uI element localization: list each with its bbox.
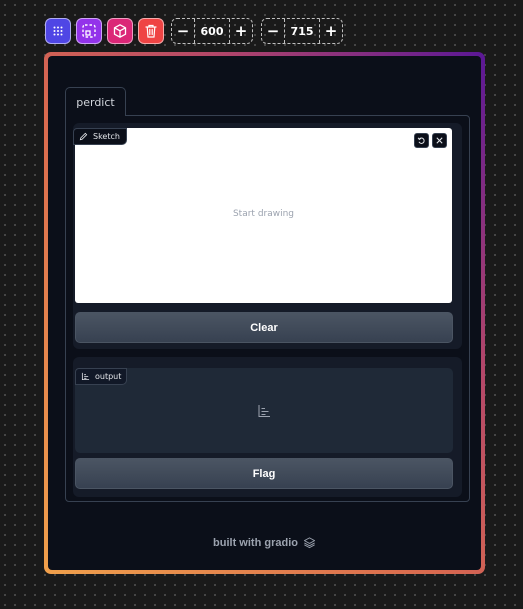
footer-link[interactable]: built with gradio bbox=[213, 537, 298, 549]
height-decrement-button[interactable]: − bbox=[262, 19, 284, 43]
clear-canvas-button[interactable] bbox=[432, 133, 447, 148]
chart-placeholder-icon bbox=[258, 405, 270, 417]
close-icon bbox=[436, 137, 443, 144]
flag-button[interactable]: Flag bbox=[75, 458, 453, 489]
crop-select-button[interactable] bbox=[76, 18, 102, 44]
sketch-canvas[interactable]: Start drawing bbox=[75, 128, 452, 303]
output-label: output bbox=[75, 368, 128, 385]
height-value[interactable]: 715 bbox=[284, 19, 320, 43]
undo-button[interactable] bbox=[414, 133, 429, 148]
undo-icon bbox=[417, 137, 425, 144]
trash-icon bbox=[145, 24, 157, 38]
grid-icon bbox=[53, 26, 63, 36]
gradio-app: perdict Start drawing Sketch Clear outpu… bbox=[48, 56, 481, 570]
width-stepper: − 600 + bbox=[171, 18, 253, 44]
app-frame: perdict Start drawing Sketch Clear outpu… bbox=[44, 52, 485, 574]
clear-button[interactable]: Clear bbox=[75, 312, 453, 343]
height-stepper: − 715 + bbox=[261, 18, 343, 44]
canvas-placeholder: Start drawing bbox=[232, 209, 295, 219]
pencil-icon bbox=[79, 132, 88, 141]
width-decrement-button[interactable]: − bbox=[172, 19, 194, 43]
sketch-label: Sketch bbox=[73, 128, 127, 145]
output-label-text: output bbox=[95, 372, 122, 381]
width-increment-button[interactable]: + bbox=[230, 19, 252, 43]
height-increment-button[interactable]: + bbox=[320, 19, 342, 43]
delete-button[interactable] bbox=[138, 18, 164, 44]
output-block: output bbox=[75, 368, 453, 453]
chart-icon bbox=[81, 372, 90, 381]
tab-perdict[interactable]: perdict bbox=[65, 87, 126, 116]
gradio-logo-icon bbox=[303, 537, 316, 549]
crop-select-icon bbox=[82, 24, 96, 38]
cube-button[interactable] bbox=[107, 18, 133, 44]
cube-icon bbox=[113, 24, 127, 38]
grid-button[interactable] bbox=[45, 18, 71, 44]
footer: built with gradio bbox=[48, 536, 481, 549]
toolbar: − 600 + − 715 + bbox=[45, 18, 347, 44]
sketch-label-text: Sketch bbox=[93, 132, 120, 141]
width-value[interactable]: 600 bbox=[194, 19, 230, 43]
